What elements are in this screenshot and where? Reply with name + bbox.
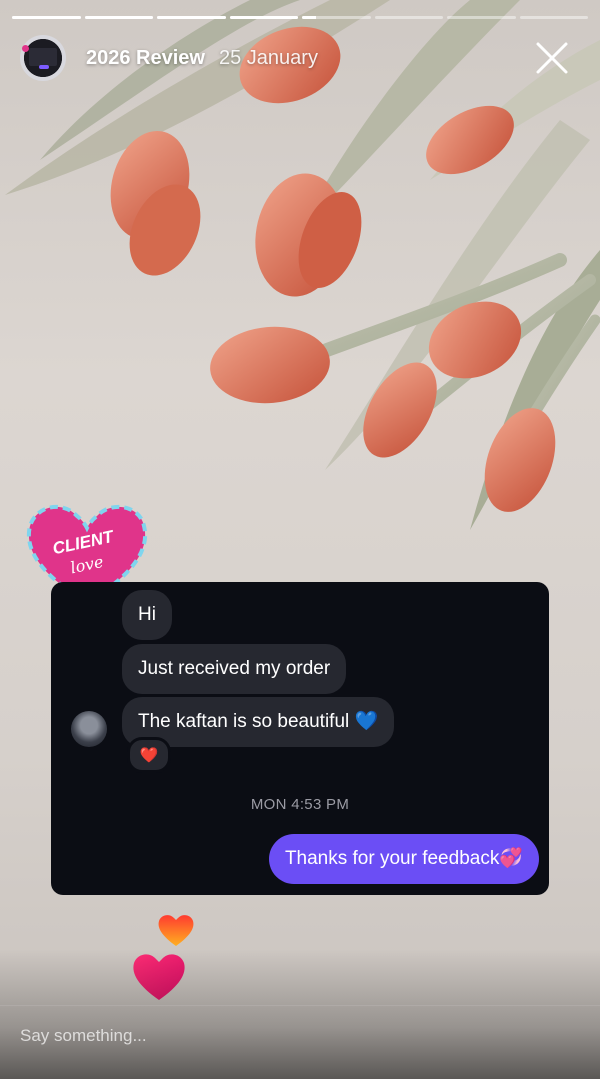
progress-fill: [84, 16, 153, 19]
progress-segment: [302, 16, 371, 19]
reply-bubble: Thanks for your feedback💞: [268, 834, 539, 884]
heart-icon: [158, 915, 194, 946]
close-icon[interactable]: [534, 40, 570, 76]
heart-reaction: ❤️: [127, 737, 171, 773]
message-timestamp: MON 4:53 PM: [250, 796, 350, 813]
reply-bar: [0, 1005, 600, 1066]
story-title[interactable]: 2026 Review: [86, 47, 205, 70]
tulip-flowers-image: [5, 0, 600, 530]
reply-input[interactable]: [18, 1021, 582, 1051]
progress-fill: [302, 16, 316, 19]
progress-segment: [374, 16, 443, 19]
heart-icon: ❤️: [139, 747, 159, 764]
story-header: 2026 Review 25 January: [20, 34, 584, 82]
avatar-dot: [22, 45, 29, 52]
story-progress: [12, 16, 588, 19]
progress-segment: [519, 16, 588, 19]
message-bubble: Hi: [122, 590, 172, 640]
story-date: 25 January: [218, 46, 318, 69]
progress-fill: [12, 16, 81, 19]
profile-avatar[interactable]: [20, 35, 66, 81]
progress-segment: [12, 16, 81, 19]
message-bubble: Just received my order: [122, 644, 347, 694]
progress-segment: [157, 16, 226, 19]
avatar-thumbnail: [29, 48, 57, 69]
progress-fill: [229, 16, 298, 19]
progress-fill: [157, 16, 226, 19]
progress-segment: [447, 16, 516, 19]
progress-segment: [229, 16, 298, 19]
chat-screenshot: Hi Just received my order The kaftan is …: [51, 582, 549, 895]
story-view[interactable]: 2026 Review 25 January CLIENT love Hi Ju…: [0, 0, 600, 1079]
sender-avatar: [71, 711, 107, 747]
progress-segment: [84, 16, 153, 19]
